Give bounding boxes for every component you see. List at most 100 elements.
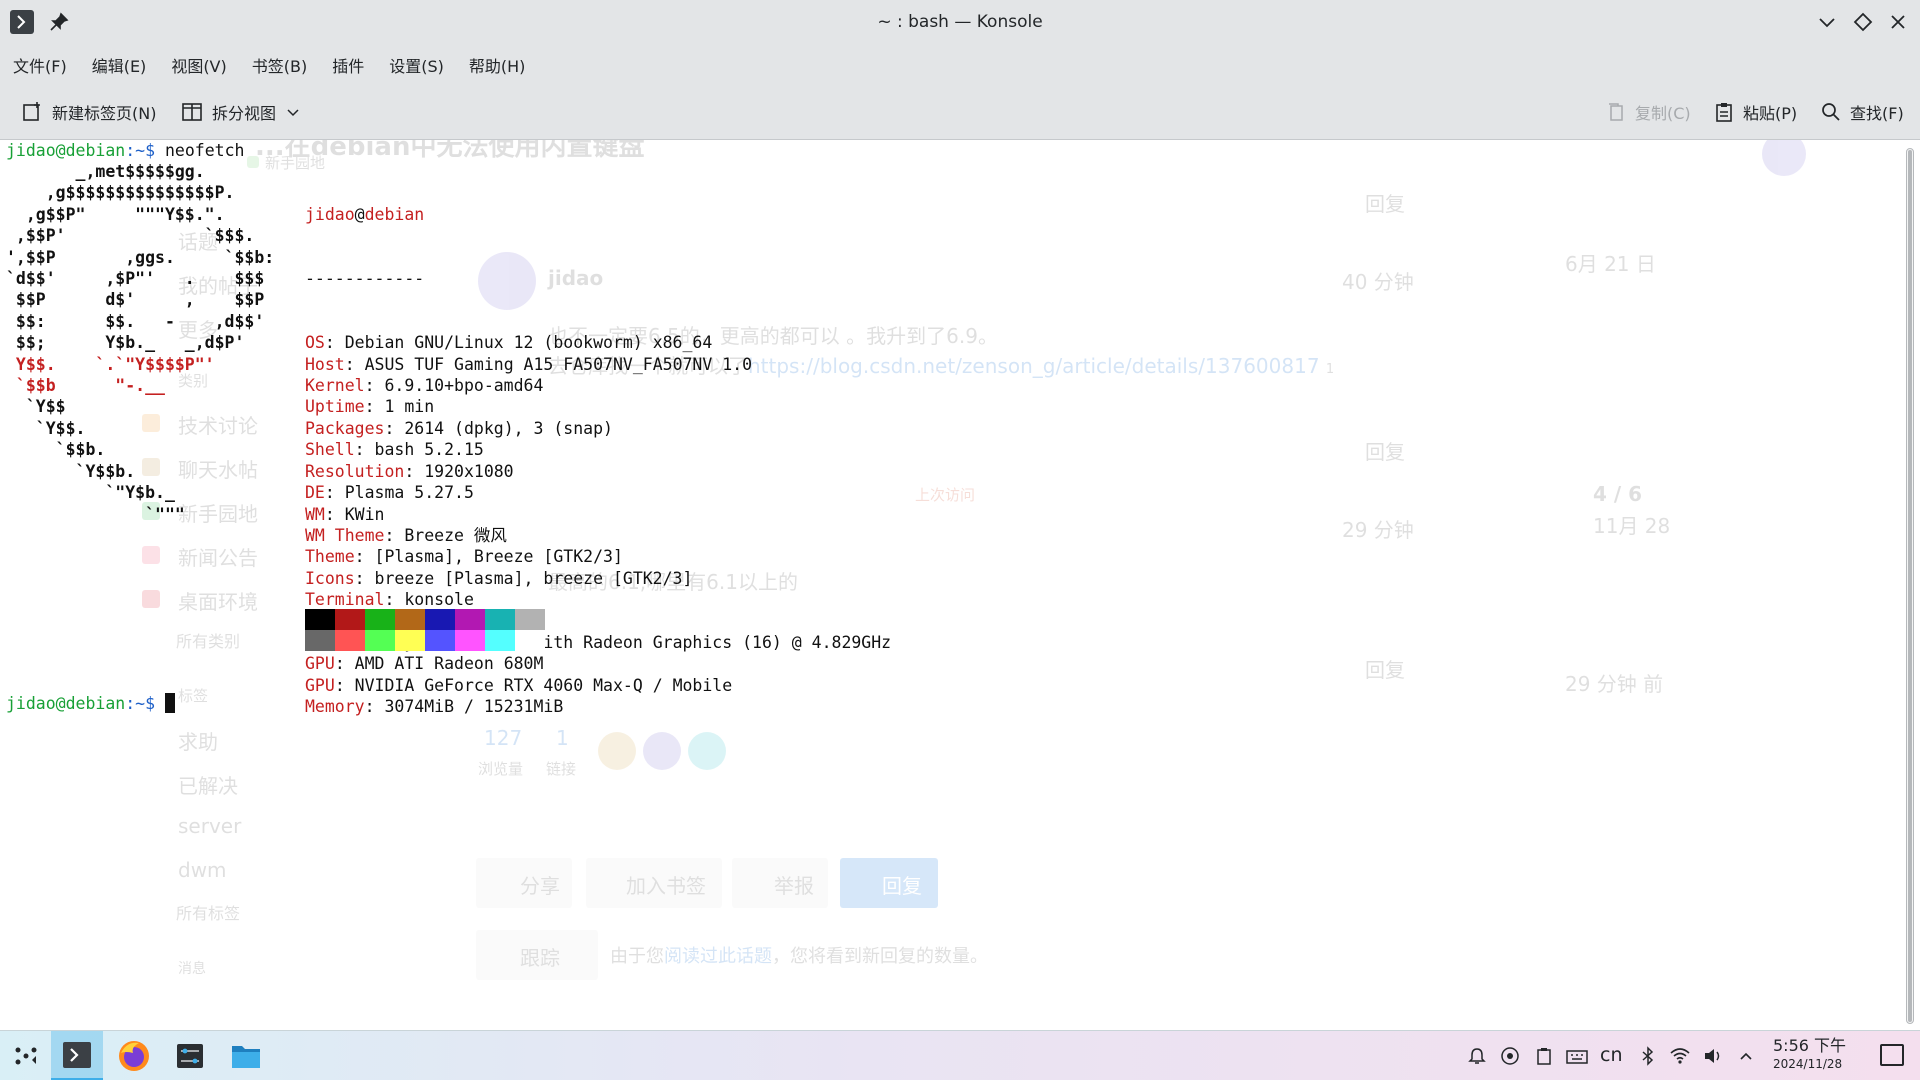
info-key: WM <box>305 504 325 524</box>
info-key: Memory <box>305 697 365 717</box>
ghost-cat-dot <box>142 590 160 608</box>
taskbar-system-settings[interactable] <box>164 1031 216 1080</box>
palette-swatch <box>395 630 425 651</box>
palette-swatch <box>395 609 425 630</box>
ghost-post-time-2: 29 分钟 <box>1342 518 1414 542</box>
info-key: GPU <box>305 654 335 674</box>
app-launcher-button[interactable] <box>0 1031 52 1080</box>
neofetch-info: jidao@debian ------------ OS: Debian GNU… <box>305 161 891 760</box>
info-key: Packages <box>305 418 385 438</box>
minimize-icon[interactable] <box>1815 10 1839 34</box>
info-key: Shell <box>305 440 355 460</box>
chevron-down-icon <box>287 109 299 117</box>
info-line: WM Theme: Breeze 微风 <box>305 525 891 546</box>
ghost-sidebar-solved: 已解决 <box>178 774 238 798</box>
logo-line: ',$$P ,ggs. `$$b: <box>6 247 275 267</box>
new-tab-button[interactable]: 新建标签页(N) <box>20 96 156 128</box>
split-view-icon <box>182 103 202 121</box>
menu-plugins[interactable]: 插件 <box>332 53 364 77</box>
ghost-reply-btn: 回复 <box>882 874 922 898</box>
logo-line: ,g$$$$$$$$$$$$$$$P. <box>6 183 235 203</box>
ghost-reply-3: 回复 <box>1365 658 1405 682</box>
taskbar-firefox[interactable] <box>108 1031 160 1080</box>
find-label: 查找(F) <box>1850 104 1904 123</box>
accessibility-icon[interactable] <box>1499 1045 1521 1067</box>
find-button[interactable]: 查找(F) <box>1820 96 1904 128</box>
logo-line: $$: $$. - ,d$$' <box>6 311 265 331</box>
info-key: DE <box>305 483 325 503</box>
info-line: Kernel: 6.9.10+bpo-amd64 <box>305 375 891 396</box>
color-palette <box>305 609 545 651</box>
logo-line: `""" <box>6 504 185 524</box>
input-method-indicator[interactable]: cn <box>1600 1044 1623 1066</box>
ghost-track-button <box>476 930 598 980</box>
keyboard-icon[interactable] <box>1566 1045 1588 1067</box>
ghost-reply-button <box>840 858 938 908</box>
new-tab-icon <box>23 102 40 121</box>
split-view-label: 拆分视图 <box>212 104 277 123</box>
close-icon[interactable] <box>1886 10 1910 34</box>
palette-swatch <box>485 609 515 630</box>
palette-swatch <box>485 630 515 651</box>
palette-swatch <box>425 630 455 651</box>
ghost-links-label: 链接 <box>546 760 577 778</box>
terminal-view[interactable]: ...在debian中无法使用内置键盘 新手园地 话题 我的帖子 更多 类别 技… <box>0 140 1920 1030</box>
ghost-sidebar-all-categories: 所有类别 <box>176 632 241 651</box>
info-line: Resolution: 1920x1080 <box>305 461 891 482</box>
menu-view[interactable]: 视图(V) <box>171 53 226 77</box>
ghost-bookmark-button <box>586 858 722 908</box>
ghost-track-note: 由于您阅读过此话题，您将看到新回复的数量。 <box>610 946 988 967</box>
logo-line: `$$b "-.__ <box>6 376 165 396</box>
clock[interactable]: 5:56 下午 2024/11/28 <box>1773 1036 1846 1072</box>
logo-line: ,g$$P" """Y$$.". <box>6 204 225 224</box>
maximize-icon[interactable] <box>1851 10 1875 34</box>
logo-line: `Y$$b. <box>6 461 136 481</box>
menu-bar: 文件(F) 编辑(E) 视图(V) 书签(B) 插件 设置(S) 帮助(H) <box>0 44 1920 86</box>
scrollbar[interactable] <box>1906 148 1914 1024</box>
info-line: GPU: NVIDIA GeForce RTX 4060 Max-Q / Mob… <box>305 675 891 696</box>
logo-line: $$P d$' , $$P <box>6 290 265 310</box>
info-value: : bash 5.2.15 <box>354 440 484 460</box>
notifications-icon[interactable] <box>1466 1045 1488 1067</box>
menu-edit[interactable]: 编辑(E) <box>92 53 147 77</box>
split-view-button[interactable]: 拆分视图 <box>180 96 308 128</box>
prompt-path: :~$ <box>125 141 156 160</box>
taskbar-konsole[interactable] <box>51 1031 103 1080</box>
ghost-share-button <box>476 858 572 908</box>
palette-swatch <box>515 630 545 651</box>
window-title: ~ : bash — Konsole <box>877 12 1043 32</box>
taskbar-file-manager[interactable] <box>220 1031 272 1080</box>
info-key: OS <box>305 333 325 353</box>
palette-swatch <box>335 630 365 651</box>
copy-icon <box>1609 103 1623 121</box>
new-tab-label: 新建标签页(N) <box>52 104 157 123</box>
ghost-sidebar-tags: 标签 <box>178 687 209 705</box>
ghost-flag: 举报 <box>774 874 814 898</box>
menu-file[interactable]: 文件(F) <box>13 53 67 77</box>
scrollbar-thumb[interactable] <box>1908 150 1912 1022</box>
info-key: WM Theme <box>305 525 385 545</box>
ghost-last-visit: 上次访问 <box>915 486 976 504</box>
ghost-user-avatar <box>1762 140 1806 176</box>
clipboard-icon[interactable] <box>1533 1045 1555 1067</box>
info-value: : Breeze 微风 <box>384 525 507 545</box>
volume-icon[interactable] <box>1702 1045 1724 1067</box>
info-value: : [Plasma], Breeze [GTK2/3] <box>354 547 623 567</box>
menu-bookmarks[interactable]: 书签(B) <box>252 53 307 77</box>
show-desktop-button[interactable] <box>1880 1044 1904 1066</box>
ghost-sidebar-desktop: 桌面环境 <box>178 590 258 614</box>
info-separator: ------------ <box>305 269 425 289</box>
palette-swatch <box>365 609 395 630</box>
copy-button[interactable]: 复制(C) <box>1605 96 1691 128</box>
palette-swatch <box>515 609 545 630</box>
expand-tray-icon[interactable] <box>1735 1045 1757 1067</box>
bluetooth-icon[interactable] <box>1637 1045 1659 1067</box>
info-value: : AMD ATI Radeon 680M <box>334 654 544 674</box>
ghost-reply-1: 回复 <box>1365 192 1405 216</box>
info-line: Shell: bash 5.2.15 <box>305 439 891 460</box>
menu-settings[interactable]: 设置(S) <box>389 53 444 77</box>
wifi-icon[interactable] <box>1669 1045 1691 1067</box>
menu-help[interactable]: 帮助(H) <box>469 53 526 77</box>
ghost-reply-2: 回复 <box>1365 440 1405 464</box>
paste-button[interactable]: 粘贴(P) <box>1713 96 1797 128</box>
